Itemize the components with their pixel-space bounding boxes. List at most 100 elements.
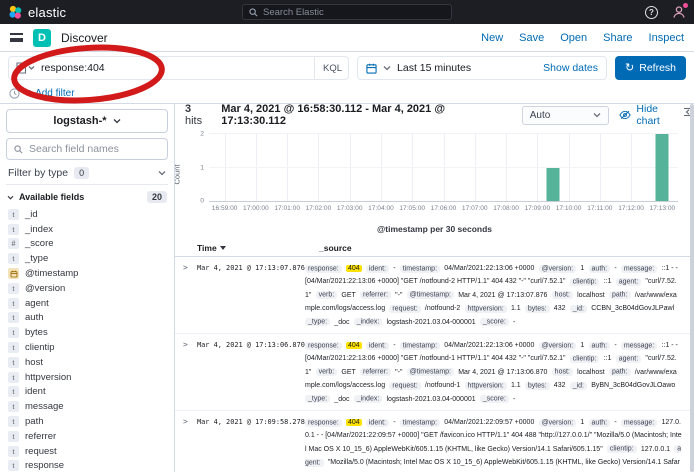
action-open[interactable]: Open bbox=[560, 32, 587, 44]
field-item-index[interactable]: t_index bbox=[6, 222, 168, 237]
histogram-bar[interactable] bbox=[656, 134, 669, 201]
expand-doc-icon[interactable]: > bbox=[183, 339, 197, 406]
expand-doc-icon[interactable]: > bbox=[183, 262, 197, 329]
interval-select[interactable]: Auto bbox=[522, 106, 610, 125]
field-item-referrer[interactable]: treferrer bbox=[6, 429, 168, 444]
user-avatar[interactable] bbox=[672, 5, 686, 19]
source-field-value: localhost bbox=[577, 292, 605, 299]
action-save[interactable]: Save bbox=[519, 32, 544, 44]
source-field-name: @version: bbox=[539, 265, 577, 273]
saved-query-menu-icon[interactable] bbox=[15, 62, 35, 74]
action-new[interactable]: New bbox=[481, 32, 503, 44]
notification-dot bbox=[683, 3, 688, 8]
expand-doc-icon[interactable]: > bbox=[183, 416, 197, 472]
refresh-button[interactable]: ↻ Refresh bbox=[615, 56, 686, 80]
available-fields-count-badge: 20 bbox=[147, 191, 167, 203]
histogram-chart[interactable]: Count 16:59:0017:00:0017:01:0017:02:0017… bbox=[179, 128, 690, 234]
source-field-value: GET bbox=[341, 369, 355, 376]
field-item-message[interactable]: t message bbox=[6, 399, 168, 414]
query-text: response:404 bbox=[41, 62, 308, 74]
source-field-value: - bbox=[614, 265, 616, 272]
chevron-down-icon[interactable] bbox=[383, 65, 391, 71]
source-field-name: path: bbox=[609, 368, 631, 376]
available-fields-label: Available fields bbox=[19, 192, 84, 202]
source-field-name: bytes: bbox=[525, 305, 550, 313]
field-item-version[interactable]: t@version bbox=[6, 281, 168, 296]
field-item-agent[interactable]: tagent bbox=[6, 296, 168, 311]
field-item-score[interactable]: #_score bbox=[6, 237, 168, 252]
field-name: referrer bbox=[25, 431, 56, 442]
menu-icon[interactable] bbox=[10, 33, 23, 42]
elastic-logo-icon[interactable] bbox=[8, 5, 23, 20]
scrollbar[interactable] bbox=[690, 104, 694, 472]
hide-chart-button[interactable]: Hide chart bbox=[619, 104, 684, 127]
source-field-name: response: bbox=[305, 265, 342, 273]
doc-timestamp: Mar 4, 2021 @ 17:09:58.278 bbox=[197, 416, 305, 472]
help-icon[interactable]: ? bbox=[645, 6, 658, 19]
show-dates-button[interactable]: Show dates bbox=[543, 62, 598, 74]
field-item-response[interactable]: tresponse bbox=[6, 459, 168, 472]
time-column-header[interactable]: Time bbox=[197, 243, 319, 253]
text-field-icon: t bbox=[8, 401, 19, 412]
source-field-value: - bbox=[393, 419, 395, 426]
chevron-down-icon bbox=[158, 170, 166, 176]
source-field-name: auth: bbox=[589, 265, 611, 273]
field-search-placeholder: Search field names bbox=[29, 143, 119, 155]
field-item-host[interactable]: thost bbox=[6, 355, 168, 370]
query-language-button[interactable]: KQL bbox=[314, 57, 342, 79]
number-field-icon: # bbox=[8, 238, 19, 249]
action-inspect[interactable]: Inspect bbox=[649, 32, 684, 44]
query-input[interactable]: response:404 KQL bbox=[8, 56, 349, 80]
gridline bbox=[537, 134, 538, 201]
index-pattern-select[interactable]: logstash-* bbox=[6, 109, 168, 133]
text-field-icon: t bbox=[8, 357, 19, 368]
field-name: bytes bbox=[25, 327, 48, 338]
source-field-name: timestamp: bbox=[400, 265, 440, 273]
field-name: response bbox=[25, 460, 64, 471]
doc-row: >Mar 4, 2021 @ 17:13:07.876response: 404… bbox=[175, 257, 694, 334]
field-item-httpversion[interactable]: thttpversion bbox=[6, 370, 168, 385]
source-field-value: 04/Mar/2021:22:09:57 +0000 bbox=[444, 419, 534, 426]
time-range-value[interactable]: Last 15 minutes bbox=[397, 62, 471, 74]
gridline bbox=[209, 133, 678, 134]
hits-count: 3 hits bbox=[185, 104, 211, 127]
field-name: message bbox=[25, 401, 64, 412]
doc-row: >Mar 4, 2021 @ 17:13:06.870response: 404… bbox=[175, 334, 694, 411]
field-item-bytes[interactable]: tbytes bbox=[6, 325, 168, 340]
source-field-name: ident: bbox=[366, 419, 389, 427]
field-name: _id bbox=[25, 209, 38, 220]
source-field-name: auth: bbox=[589, 342, 611, 350]
source-field-value: 04/Mar/2021:22:13:06 +0000 bbox=[444, 265, 534, 272]
field-item-ident[interactable]: tident bbox=[6, 385, 168, 400]
kibana-discover-app: elastic Search Elastic ? D Discover NewS… bbox=[0, 0, 694, 472]
x-tick-label: 17:00:00 bbox=[243, 205, 269, 212]
add-filter-button[interactable]: + Add filter bbox=[27, 88, 75, 99]
source-field-value: /notfound-1 bbox=[425, 382, 460, 389]
available-fields-header[interactable]: Available fields 20 bbox=[6, 191, 168, 203]
main-panel: 3 hits Mar 4, 2021 @ 16:58:30.112 - Mar … bbox=[175, 104, 694, 472]
field-item-auth[interactable]: tauth bbox=[6, 311, 168, 326]
histogram-bar[interactable] bbox=[546, 168, 559, 202]
field-search-input[interactable]: Search field names bbox=[6, 138, 168, 160]
page-title: Discover bbox=[61, 31, 108, 45]
hits-number: 3 bbox=[185, 104, 191, 115]
calendar-icon[interactable] bbox=[366, 63, 377, 74]
gridline bbox=[600, 134, 601, 201]
field-item-type[interactable]: t_type bbox=[6, 251, 168, 266]
source-field-name: clientip: bbox=[570, 355, 600, 363]
source-field-name: referrer: bbox=[360, 291, 391, 299]
filter-by-type-select[interactable]: Filter by type 0 bbox=[6, 165, 168, 185]
saved-query-clock-icon[interactable] bbox=[9, 88, 20, 99]
field-item-clientip[interactable]: tclientip bbox=[6, 340, 168, 355]
field-item-request[interactable]: trequest bbox=[6, 444, 168, 459]
field-item-timestamp[interactable]: @timestamp bbox=[6, 266, 168, 281]
field-item-id[interactable]: t_id bbox=[6, 207, 168, 222]
source-field-value: 1 bbox=[580, 342, 584, 349]
source-field-value: _doc bbox=[334, 396, 349, 403]
global-search-input[interactable]: Search Elastic bbox=[242, 4, 452, 20]
field-item-path[interactable]: tpath bbox=[6, 414, 168, 429]
source-field-value: 432 bbox=[554, 305, 566, 312]
x-tick-label: 17:09:00 bbox=[524, 205, 550, 212]
action-share[interactable]: Share bbox=[603, 32, 632, 44]
source-field-value: logstash-2021.03.04-000001 bbox=[387, 319, 476, 326]
